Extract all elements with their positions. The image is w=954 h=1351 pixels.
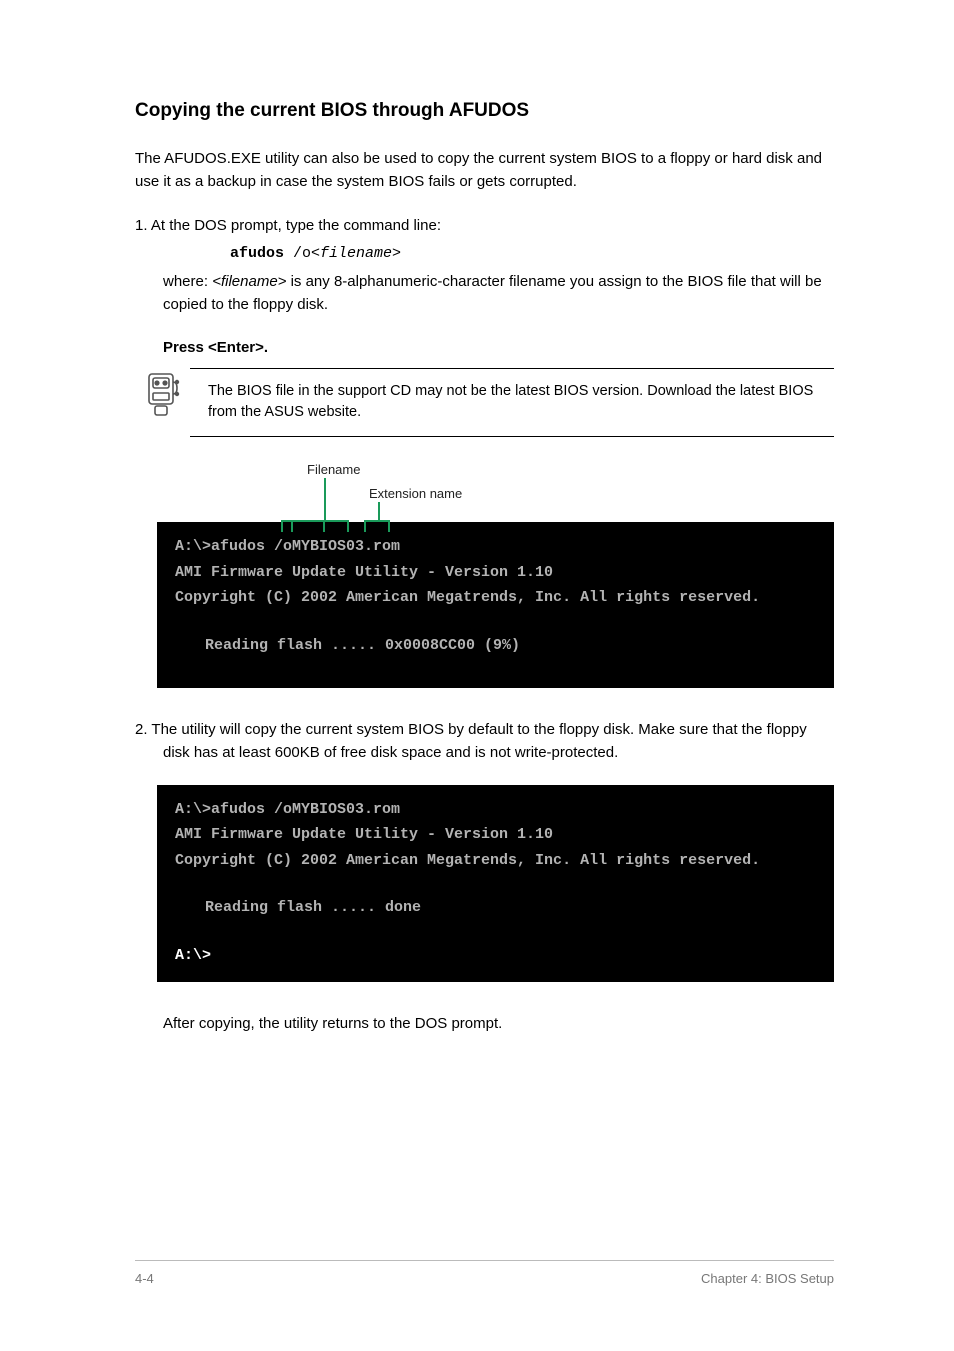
anno-line bbox=[378, 502, 380, 520]
step-1-number: 1. bbox=[135, 217, 151, 234]
extension-label: Extension name bbox=[369, 486, 462, 501]
terminal-line: AMI Firmware Update Utility - Version 1.… bbox=[175, 822, 816, 848]
section-heading: Copying the current BIOS through AFUDOS bbox=[135, 100, 834, 122]
press-enter-text: Press <Enter>. bbox=[163, 339, 268, 356]
anno-line bbox=[291, 520, 293, 532]
terminal-blank bbox=[175, 611, 816, 633]
robot-icon bbox=[135, 368, 190, 427]
terminal-blank bbox=[175, 873, 816, 895]
terminal-1-wrap: Filename Extension name A:\>afudos /oMYB… bbox=[157, 462, 834, 688]
terminal-line: Reading flash ..... 0x0008CC00 (9%) bbox=[175, 633, 816, 659]
press-enter: Press <Enter>. bbox=[135, 336, 834, 359]
command-name: afudos bbox=[230, 245, 284, 262]
step-1-text: At the DOS prompt, type the command line… bbox=[151, 217, 441, 234]
anno-line bbox=[388, 520, 390, 532]
filename-label: Filename bbox=[307, 462, 360, 477]
page-content: Copying the current BIOS through AFUDOS … bbox=[135, 100, 834, 1205]
command-switch: /o bbox=[284, 245, 311, 262]
command-syntax: afudos /o<filename> bbox=[230, 245, 834, 262]
step-2-number: 2. bbox=[135, 721, 151, 738]
step-1: 1. At the DOS prompt, type the command l… bbox=[135, 214, 834, 237]
command-filename-var: <filename> bbox=[311, 245, 401, 262]
terminal-line: A:\>afudos /oMYBIOS03.rom bbox=[175, 797, 816, 823]
note-text: The BIOS file in the support CD may not … bbox=[208, 381, 834, 425]
spacer bbox=[135, 1055, 834, 1205]
terminal-2-wrap: A:\>afudos /oMYBIOS03.rom AMI Firmware U… bbox=[157, 785, 834, 983]
page-footer: 4-4 Chapter 4: BIOS Setup bbox=[135, 1260, 834, 1286]
anno-line bbox=[323, 520, 325, 532]
terminal-prompt: A:\> bbox=[175, 943, 816, 969]
note-text-wrap: The BIOS file in the support CD may not … bbox=[190, 368, 834, 438]
page-number: 4-4 bbox=[135, 1271, 154, 1286]
closing-paragraph: After copying, the utility returns to th… bbox=[135, 1012, 834, 1035]
where-prefix: where: bbox=[163, 273, 208, 290]
terminal-blank bbox=[175, 921, 816, 943]
terminal-line: Reading flash ..... done bbox=[175, 895, 816, 921]
anno-line bbox=[324, 478, 326, 520]
note-box: The BIOS file in the support CD may not … bbox=[135, 368, 834, 438]
intro-paragraph: The AFUDOS.EXE utility can also be used … bbox=[135, 147, 834, 194]
terminal-line: Copyright (C) 2002 American Megatrends, … bbox=[175, 848, 816, 874]
step-2-text: The utility will copy the current system… bbox=[151, 721, 806, 761]
where-filename-var: <filename> bbox=[212, 273, 286, 290]
anno-line bbox=[364, 520, 366, 532]
chapter-label: Chapter 4: BIOS Setup bbox=[701, 1271, 834, 1286]
terminal-line: Copyright (C) 2002 American Megatrends, … bbox=[175, 585, 816, 611]
terminal-2: A:\>afudos /oMYBIOS03.rom AMI Firmware U… bbox=[157, 785, 834, 983]
anno-line bbox=[347, 520, 349, 532]
annotation-diagram: Filename Extension name bbox=[157, 462, 834, 522]
where-clause: where: <filename> is any 8-alphanumeric-… bbox=[135, 270, 834, 317]
step-2: 2. The utility will copy the current sys… bbox=[135, 718, 834, 765]
terminal-line: A:\>afudos /oMYBIOS03.rom bbox=[175, 534, 816, 560]
anno-line bbox=[364, 520, 390, 522]
terminal-1: A:\>afudos /oMYBIOS03.rom AMI Firmware U… bbox=[157, 522, 834, 688]
terminal-line: AMI Firmware Update Utility - Version 1.… bbox=[175, 560, 816, 586]
anno-line bbox=[281, 520, 283, 532]
